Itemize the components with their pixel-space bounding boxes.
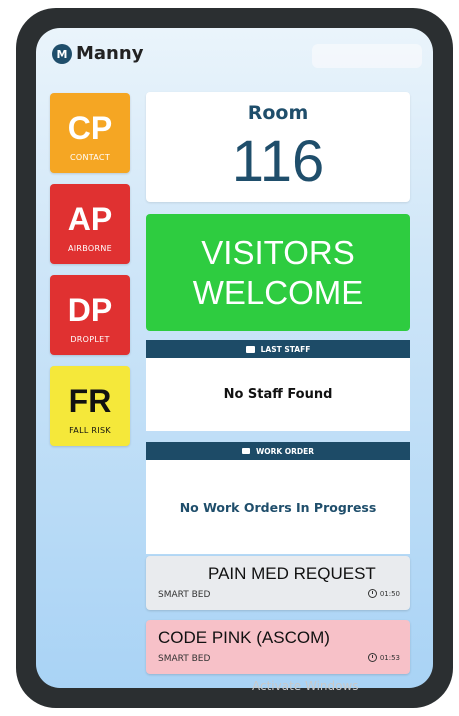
alert-title: CODE PINK (ASCOM) bbox=[158, 628, 330, 647]
precaution-label: CONTACT bbox=[69, 153, 111, 162]
app-screen: M Manny CP CONTACT AP AIRBORNE DP DROPLE… bbox=[36, 28, 433, 688]
precaution-tile-fall-risk[interactable]: FR FALL RISK bbox=[50, 366, 130, 446]
room-card: Room 116 bbox=[146, 92, 410, 202]
work-order-title: WORK ORDER bbox=[255, 446, 315, 456]
id-card-icon bbox=[245, 345, 255, 353]
precaution-tile-droplet[interactable]: DP DROPLET bbox=[50, 275, 130, 355]
app-name: Manny bbox=[76, 43, 144, 64]
precaution-tile-airborne[interactable]: AP AIRBORNE bbox=[50, 184, 130, 264]
precaution-code: CP bbox=[67, 110, 113, 146]
briefcase-icon bbox=[241, 448, 250, 454]
work-order-message: No Work Orders In Progress bbox=[179, 499, 377, 515]
room-label: Room bbox=[247, 102, 309, 124]
last-staff-panel: No Staff Found bbox=[146, 358, 410, 431]
top-bar-field[interactable] bbox=[312, 44, 422, 68]
visitors-line1: VISITORS bbox=[201, 233, 355, 271]
top-bar: M Manny bbox=[36, 28, 433, 72]
precaution-code: FR bbox=[68, 383, 112, 419]
visitors-status-banner: VISITORS WELCOME bbox=[146, 214, 410, 331]
last-staff-title: LAST STAFF bbox=[260, 344, 311, 354]
os-activation-watermark: Activate Windows bbox=[252, 679, 359, 693]
last-staff-header: LAST STAFF bbox=[146, 340, 410, 358]
alert-card[interactable]: PAIN MED REQUEST SMART BED 01:50 bbox=[146, 556, 410, 610]
precaution-label: DROPLET bbox=[70, 335, 110, 344]
clock-icon bbox=[367, 653, 377, 662]
last-staff-message: No Staff Found bbox=[223, 387, 333, 402]
alert-time: 01:53 bbox=[367, 653, 400, 662]
alert-card[interactable]: CODE PINK (ASCOM) SMART BED 01:53 bbox=[146, 620, 410, 674]
alert-source: SMART BED bbox=[158, 590, 211, 600]
work-order-header: WORK ORDER bbox=[146, 442, 410, 460]
work-order-panel: No Work Orders In Progress bbox=[146, 460, 410, 554]
room-number: 116 bbox=[231, 129, 325, 194]
alert-time: 01:50 bbox=[367, 589, 400, 598]
alert-time-value: 01:50 bbox=[379, 589, 400, 598]
tablet-frame: M Manny CP CONTACT AP AIRBORNE DP DROPLE… bbox=[16, 8, 453, 708]
precaution-code: DP bbox=[67, 292, 113, 328]
alert-time-value: 01:53 bbox=[379, 653, 400, 662]
precaution-label: AIRBORNE bbox=[67, 244, 113, 253]
manny-logo-icon: M bbox=[52, 44, 72, 64]
precaution-code: AP bbox=[67, 201, 113, 237]
visitors-line2: WELCOME bbox=[192, 273, 364, 311]
precaution-tile-contact[interactable]: CP CONTACT bbox=[50, 93, 130, 173]
clock-icon bbox=[367, 589, 377, 598]
precaution-label: FALL RISK bbox=[69, 426, 111, 435]
alert-source: SMART BED bbox=[158, 654, 211, 664]
alert-title: PAIN MED REQUEST bbox=[208, 564, 376, 583]
